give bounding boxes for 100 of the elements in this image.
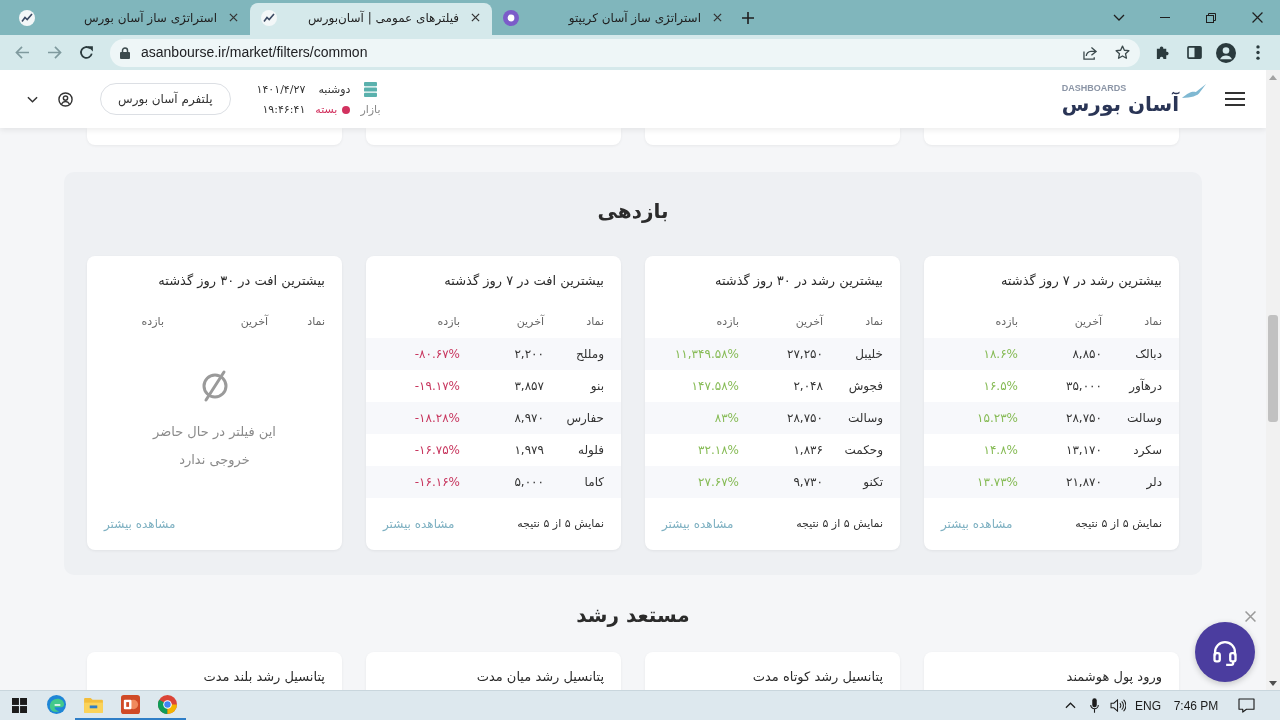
column-header: آخرین — [1074, 314, 1102, 328]
close-icon — [228, 13, 238, 22]
result-count: نمایش ۵ از ۵ نتیجه — [796, 515, 883, 532]
chevron-up-icon — [1064, 702, 1076, 709]
chevron-down-icon[interactable] — [27, 95, 38, 103]
browser-tab[interactable]: استراتژی ساز آسان کریپتو — [492, 3, 734, 35]
browser-tab[interactable]: استراتژی ساز آسان بورس — [8, 3, 250, 35]
date-text: ۱۴۰۱/۴/۲۷ — [256, 83, 306, 96]
table-cell: سکرد — [1133, 443, 1162, 457]
chevron-down-icon — [1113, 14, 1125, 21]
address-bar[interactable]: asanbourse.ir/market/filters/common — [110, 38, 1140, 67]
card-title: ورود پول هوشمند — [1066, 669, 1162, 684]
arrow-left-icon — [14, 46, 30, 59]
swoosh-icon — [1181, 83, 1207, 100]
table-cell: -۱۶.۷۵% — [414, 443, 460, 457]
card-title: بیشترین رشد در ۳۰ روز گذشته — [714, 273, 883, 288]
table-cell: کاما — [584, 475, 604, 489]
table-cell: ۸,۹۷۰ — [514, 411, 544, 425]
browser-icon — [158, 695, 177, 714]
plus-icon — [742, 11, 754, 24]
table-cell: حفارس — [566, 411, 604, 425]
support-button[interactable] — [1195, 622, 1255, 682]
chart-favicon-icon — [261, 9, 277, 26]
market-status: بسته — [315, 103, 338, 116]
table-cell: بنو — [590, 379, 604, 393]
table-cell: وسالت — [1127, 411, 1162, 425]
table-cell: ۱۵.۲۳% — [977, 411, 1018, 425]
microphone-icon — [1089, 698, 1099, 713]
side-panel-icon — [1186, 46, 1202, 59]
window-grid-icon — [11, 698, 27, 713]
close-icon — [1251, 12, 1263, 23]
table-cell: ۱۶.۵% — [983, 379, 1018, 393]
language-indicator[interactable]: ENG — [1135, 696, 1161, 715]
menu-button[interactable] — [1225, 89, 1245, 109]
card-title: پتانسیل رشد میان مدت — [476, 669, 604, 684]
puzzle-icon — [1154, 45, 1170, 60]
time-text: ۱۹:۴۶:۴۱ — [261, 103, 306, 116]
column-header: آخرین — [240, 314, 268, 328]
result-count: نمایش ۵ از ۵ نتیجه — [517, 515, 604, 532]
restore-icon — [1206, 12, 1216, 23]
table-cell: ۱۸.۶% — [983, 347, 1018, 361]
browser-icon — [47, 695, 66, 714]
table-cell: ۳۵,۰۰۰ — [1065, 379, 1102, 393]
close-button[interactable] — [1243, 609, 1257, 623]
table-cell: ۱۳,۱۷۰ — [1065, 443, 1102, 457]
table-cell: ۲۷,۲۵۰ — [786, 347, 823, 361]
column-header: بازده — [141, 314, 164, 328]
presentation-icon — [121, 695, 140, 714]
table-cell: -۱۸.۲۸% — [414, 411, 460, 425]
table-cell: ۲,۲۰۰ — [514, 347, 544, 361]
table-cell: ۳۲.۱۸% — [698, 443, 739, 457]
star-icon — [1114, 45, 1130, 60]
scrollbar-thumb[interactable] — [1268, 315, 1278, 422]
table-cell: ۸,۸۵۰ — [1072, 347, 1102, 361]
column-header: بازده — [995, 314, 1018, 328]
weekday-text: دوشنبه — [317, 83, 351, 96]
table-cell: ۳,۸۵۷ — [514, 379, 544, 393]
empty-message: این فیلتر در حال حاضر خروجی ندارد — [151, 423, 277, 470]
table-cell: فجوش — [848, 379, 883, 393]
table-cell: ۲۸,۷۵۰ — [1065, 411, 1102, 425]
column-header: بازده — [716, 314, 739, 328]
table-cell: ۲۸,۷۵۰ — [786, 411, 823, 425]
user-icon — [58, 91, 73, 107]
clock-text[interactable]: 7:46 PM — [1173, 696, 1219, 715]
url-text: asanbourse.ir/market/filters/common — [141, 43, 368, 62]
column-header: نماد — [865, 314, 883, 328]
logo-tagline: DASHBOARDS — [1061, 83, 1127, 93]
table-cell: تکنو — [863, 475, 883, 489]
table-cell: فلوله — [578, 443, 604, 457]
table-cell: ۵,۰۰۰ — [514, 475, 544, 489]
account-button[interactable] — [58, 91, 73, 107]
table-cell: -۸۰.۶۷% — [414, 347, 460, 361]
speaker-icon — [1110, 699, 1126, 712]
section-title: مستعد رشد — [576, 603, 690, 627]
table-cell: ومللح — [576, 347, 604, 361]
avatar-icon — [1216, 42, 1236, 63]
table-cell: ۱,۹۷۹ — [514, 443, 544, 457]
folder-icon — [84, 696, 103, 713]
message-icon — [1237, 698, 1255, 713]
table-cell: ۱۴۷.۵۸% — [691, 379, 739, 393]
more-vertical-icon — [1256, 45, 1260, 60]
table-cell: -۱۹.۱۷% — [414, 379, 460, 393]
chart-favicon-icon — [19, 9, 35, 26]
menu-icon — [1225, 92, 1245, 106]
close-icon — [712, 13, 722, 22]
column-header: نماد — [1144, 314, 1162, 328]
caret-down-icon[interactable] — [1269, 680, 1277, 686]
server-icon — [363, 82, 377, 97]
logo-text: آسان بورس — [1061, 93, 1179, 115]
table-cell: ۱,۸۳۶ — [793, 443, 823, 457]
table-cell: خلیبل — [855, 347, 883, 361]
card-title: بیشترین افت در ۷ روز گذشته — [444, 273, 604, 288]
table-cell: ۸۳% — [714, 411, 739, 425]
reload-icon — [78, 45, 94, 60]
column-header: آخرین — [795, 314, 823, 328]
table-cell: ۲۱,۸۷۰ — [1065, 475, 1102, 489]
column-header: آخرین — [516, 314, 544, 328]
browser-tab[interactable]: فیلترهای عمومی | آسان‌بورس — [250, 3, 492, 35]
card-title: پتانسیل رشد کوتاه مدت — [752, 669, 883, 684]
table-cell: ۱۴.۸% — [983, 443, 1018, 457]
